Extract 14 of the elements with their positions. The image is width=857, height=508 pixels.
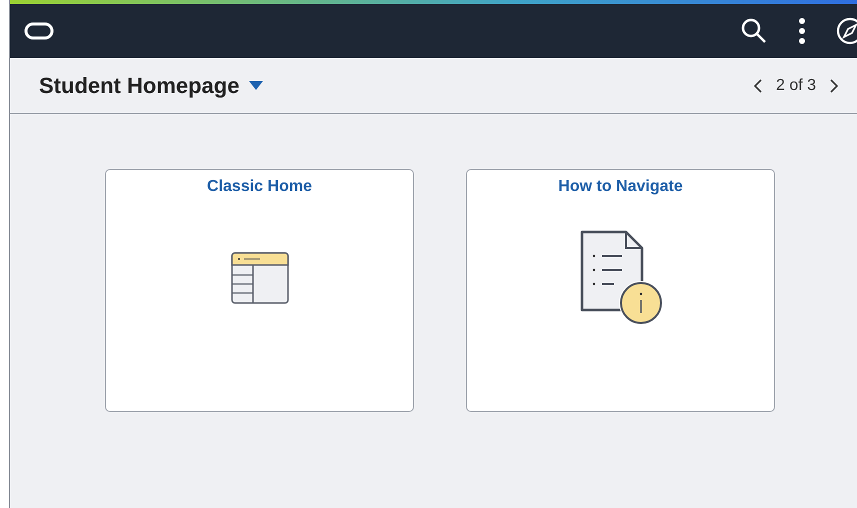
compass-icon[interactable] [836,17,857,45]
tile-title: How to Navigate [558,178,683,196]
dropdown-caret-icon[interactable] [249,81,264,90]
search-icon[interactable] [740,17,768,45]
logo-icon[interactable] [24,22,54,40]
tile[interactable]: How to Navigate [466,169,775,412]
tile-title: Classic Home [207,178,312,196]
page-indicator: 2 of 3 [776,76,816,94]
previous-icon[interactable] [754,78,762,92]
more-options-icon[interactable] [798,18,806,44]
next-icon[interactable] [830,78,838,92]
page-title[interactable]: Student Homepage [39,72,240,98]
table-layout-icon [230,252,288,304]
tile[interactable]: Classic Home [105,169,414,412]
